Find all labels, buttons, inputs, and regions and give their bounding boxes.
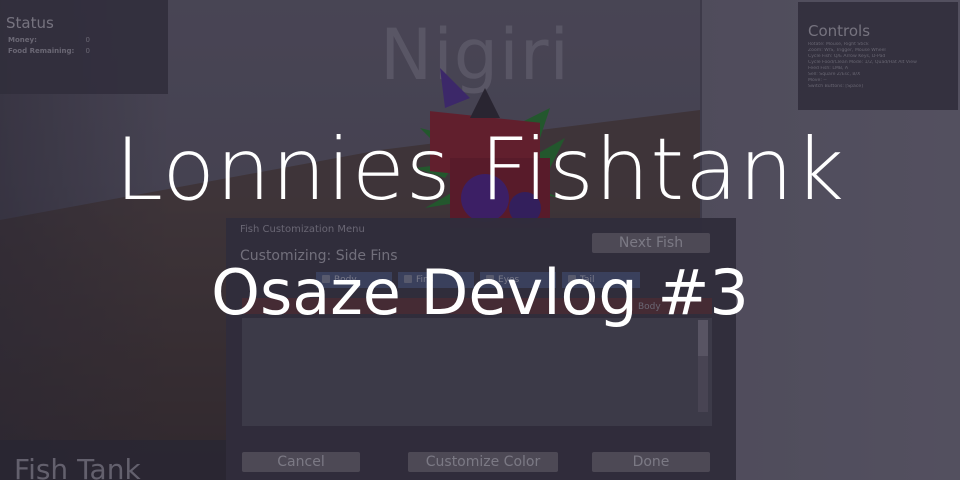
dark-overlay [0, 0, 960, 480]
thumbnail-title: Lonnies Fishtank [114, 120, 846, 220]
thumbnail-subtitle: Osaze Devlog #3 [211, 256, 749, 329]
